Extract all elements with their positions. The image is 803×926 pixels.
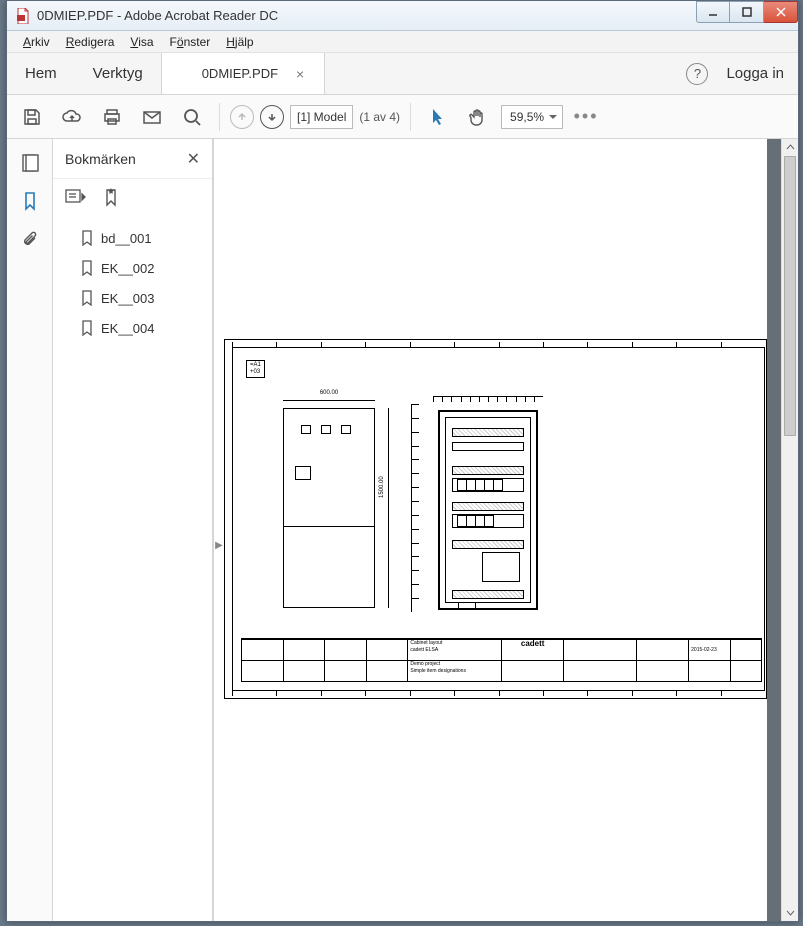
document-viewer: ◀ ▶ =A1+03 600.00 1500.00 <box>213 139 798 921</box>
bookmarks-panel: Bokmärken ✕ bd__001 EK__002 EK__003 EK__… <box>53 139 213 921</box>
page-count: (1 av 4) <box>359 110 400 124</box>
search-icon[interactable] <box>175 100 209 134</box>
side-strip <box>7 139 53 921</box>
scroll-thumb[interactable] <box>784 156 796 436</box>
dimension-height: 1500.00 <box>379 476 385 498</box>
signin-link[interactable]: Logga in <box>726 65 784 82</box>
thumbnails-icon[interactable] <box>18 151 42 175</box>
toolbar: [1] Model (1 av 4) 59,5% ••• <box>7 95 798 139</box>
close-panel-icon[interactable]: ✕ <box>187 149 200 169</box>
bookmarks-list: bd__001 EK__002 EK__003 EK__004 <box>53 215 212 351</box>
cursor-icon[interactable] <box>421 100 455 134</box>
bookmark-options-icon[interactable] <box>65 188 87 206</box>
new-bookmark-icon[interactable] <box>103 187 119 207</box>
prev-page-icon[interactable] <box>230 105 254 129</box>
menu-edit[interactable]: Redigera <box>60 33 121 51</box>
bookmarks-tools <box>53 179 212 215</box>
collapse-right-icon[interactable]: ▶ <box>214 530 224 560</box>
bookmarks-header: Bokmärken ✕ <box>53 139 212 179</box>
bookmark-item[interactable]: EK__004 <box>53 313 212 343</box>
tab-document-label: 0DMIEP.PDF <box>202 66 278 81</box>
tab-home[interactable]: Hem <box>7 53 75 94</box>
dimension-width: 600.00 <box>283 390 375 396</box>
menubar: Arkiv Redigera Visa Fönster Hjälp <box>7 31 798 53</box>
tabs-bar: Hem Verktyg 0DMIEP.PDF × ? Logga in <box>7 53 798 95</box>
bookmark-item[interactable]: EK__002 <box>53 253 212 283</box>
menu-window[interactable]: Fönster <box>164 33 217 51</box>
zoom-select[interactable]: 59,5% <box>501 105 563 129</box>
window-buttons <box>696 1 798 23</box>
scroll-down-icon[interactable] <box>782 904 798 921</box>
next-page-icon[interactable] <box>260 105 284 129</box>
tab-tools[interactable]: Verktyg <box>75 53 162 94</box>
more-icon[interactable]: ••• <box>569 100 603 134</box>
menu-file[interactable]: Arkiv <box>17 33 56 51</box>
help-icon[interactable]: ? <box>686 63 708 85</box>
tab-close-icon[interactable]: × <box>296 66 304 82</box>
app-icon <box>15 8 31 24</box>
hand-icon[interactable] <box>461 100 495 134</box>
cabinet-interior <box>438 410 538 610</box>
tab-document[interactable]: 0DMIEP.PDF × <box>162 53 326 94</box>
bookmark-item[interactable]: bd__001 <box>53 223 212 253</box>
cloud-icon[interactable] <box>55 100 89 134</box>
print-icon[interactable] <box>95 100 129 134</box>
drawing-tag: =A1+03 <box>246 360 265 378</box>
bookmarks-icon[interactable] <box>18 189 42 213</box>
page-area[interactable]: ▶ =A1+03 600.00 1500.00 <box>213 139 767 921</box>
cabinet-front <box>283 408 375 608</box>
vertical-scrollbar[interactable] <box>781 139 798 921</box>
window-title: 0DMIEP.PDF - Adobe Acrobat Reader DC <box>37 8 278 23</box>
menu-view[interactable]: Visa <box>124 33 159 51</box>
close-button[interactable] <box>764 1 798 23</box>
minimize-button[interactable] <box>696 1 730 23</box>
app-window: 0DMIEP.PDF - Adobe Acrobat Reader DC Ark… <box>6 0 799 922</box>
page-canvas: =A1+03 600.00 1500.00 <box>224 339 767 699</box>
title-block: Cabinet layoutcadett ELSA cadett 2015-02… <box>241 638 762 682</box>
maximize-button[interactable] <box>730 1 764 23</box>
attachments-icon[interactable] <box>18 227 42 251</box>
content: Bokmärken ✕ bd__001 EK__002 EK__003 EK__… <box>7 139 798 921</box>
email-icon[interactable] <box>135 100 169 134</box>
titlebar: 0DMIEP.PDF - Adobe Acrobat Reader DC <box>7 1 798 31</box>
bookmarks-title: Bokmärken <box>65 151 136 167</box>
page-nav <box>230 105 284 129</box>
save-icon[interactable] <box>15 100 49 134</box>
page-input[interactable]: [1] Model <box>290 105 353 129</box>
bookmark-item[interactable]: EK__003 <box>53 283 212 313</box>
scroll-up-icon[interactable] <box>782 139 798 156</box>
menu-help[interactable]: Hjälp <box>220 33 259 51</box>
